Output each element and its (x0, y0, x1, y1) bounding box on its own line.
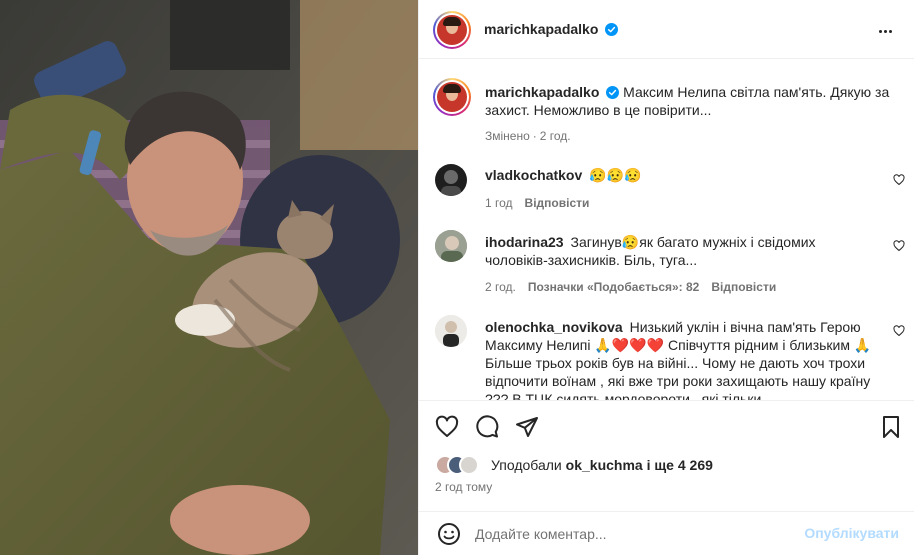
comment-likes-count[interactable]: Позначки «Подобається»: 82 (528, 280, 699, 294)
emoji-icon[interactable] (437, 522, 461, 546)
post-photo (0, 0, 418, 555)
post-time-ago[interactable]: 2 год тому (435, 480, 492, 494)
share-send-icon[interactable] (515, 415, 539, 439)
caption-username[interactable]: marichkapadalko (485, 84, 599, 100)
like-heart-icon[interactable] (435, 415, 459, 439)
like-comment-heart-icon[interactable] (893, 174, 905, 186)
liker-avatars (435, 455, 487, 475)
verified-badge-icon (605, 23, 619, 36)
comment-avatar[interactable] (435, 230, 467, 262)
comment-username[interactable]: vladkochatkov (485, 167, 582, 183)
post-actions: Уподобали ok_kuchma і ще 4 269 2 год том… (419, 400, 914, 555)
more-options-icon[interactable] (879, 21, 899, 37)
caption-meta: Змінено · 2 год. (485, 127, 905, 145)
likes-suffix[interactable]: і ще 4 269 (647, 457, 713, 473)
add-comment-input[interactable] (475, 522, 805, 546)
likes-prefix: Уподобали (491, 457, 562, 473)
likes-user[interactable]: ok_kuchma (566, 457, 643, 473)
reply-button[interactable]: Відповісти (525, 196, 590, 210)
post-header: marichkapadalko (419, 0, 914, 59)
author-name-row: marichkapadalko (484, 21, 619, 37)
meta-separator: · (532, 129, 537, 143)
add-comment-row: Опублікувати (419, 511, 914, 555)
like-comment-heart-icon[interactable] (893, 240, 905, 252)
comment-text: 😥😥😥 (589, 167, 642, 183)
comments-area[interactable]: marichkapadalko Максим Нелипа світла пам… (419, 60, 914, 400)
comment-username[interactable]: ihodarina23 (485, 234, 564, 250)
like-comment-heart-icon[interactable] (893, 325, 905, 337)
comment-time[interactable]: 1 год (485, 196, 513, 210)
verified-badge-icon (606, 86, 620, 99)
reply-button[interactable]: Відповісти (711, 280, 776, 294)
author-avatar[interactable] (433, 11, 471, 49)
author-username[interactable]: marichkapadalko (484, 21, 598, 37)
edited-label: Змінено (485, 129, 530, 143)
comment-username[interactable]: olenochka_novikova (485, 319, 623, 335)
post-panel: marichkapadalko marichkapadalko Максим Н… (418, 0, 914, 555)
photo-illustration (0, 0, 418, 555)
save-bookmark-icon[interactable] (879, 415, 903, 439)
comment-bubble-icon[interactable] (475, 415, 499, 439)
comment-avatar[interactable] (435, 164, 467, 196)
publish-button[interactable]: Опублікувати (804, 525, 899, 541)
caption-time[interactable]: 2 год. (540, 129, 571, 143)
comment-time[interactable]: 2 год. (485, 280, 516, 294)
comment-avatar[interactable] (435, 315, 467, 347)
caption-avatar[interactable] (433, 78, 471, 116)
